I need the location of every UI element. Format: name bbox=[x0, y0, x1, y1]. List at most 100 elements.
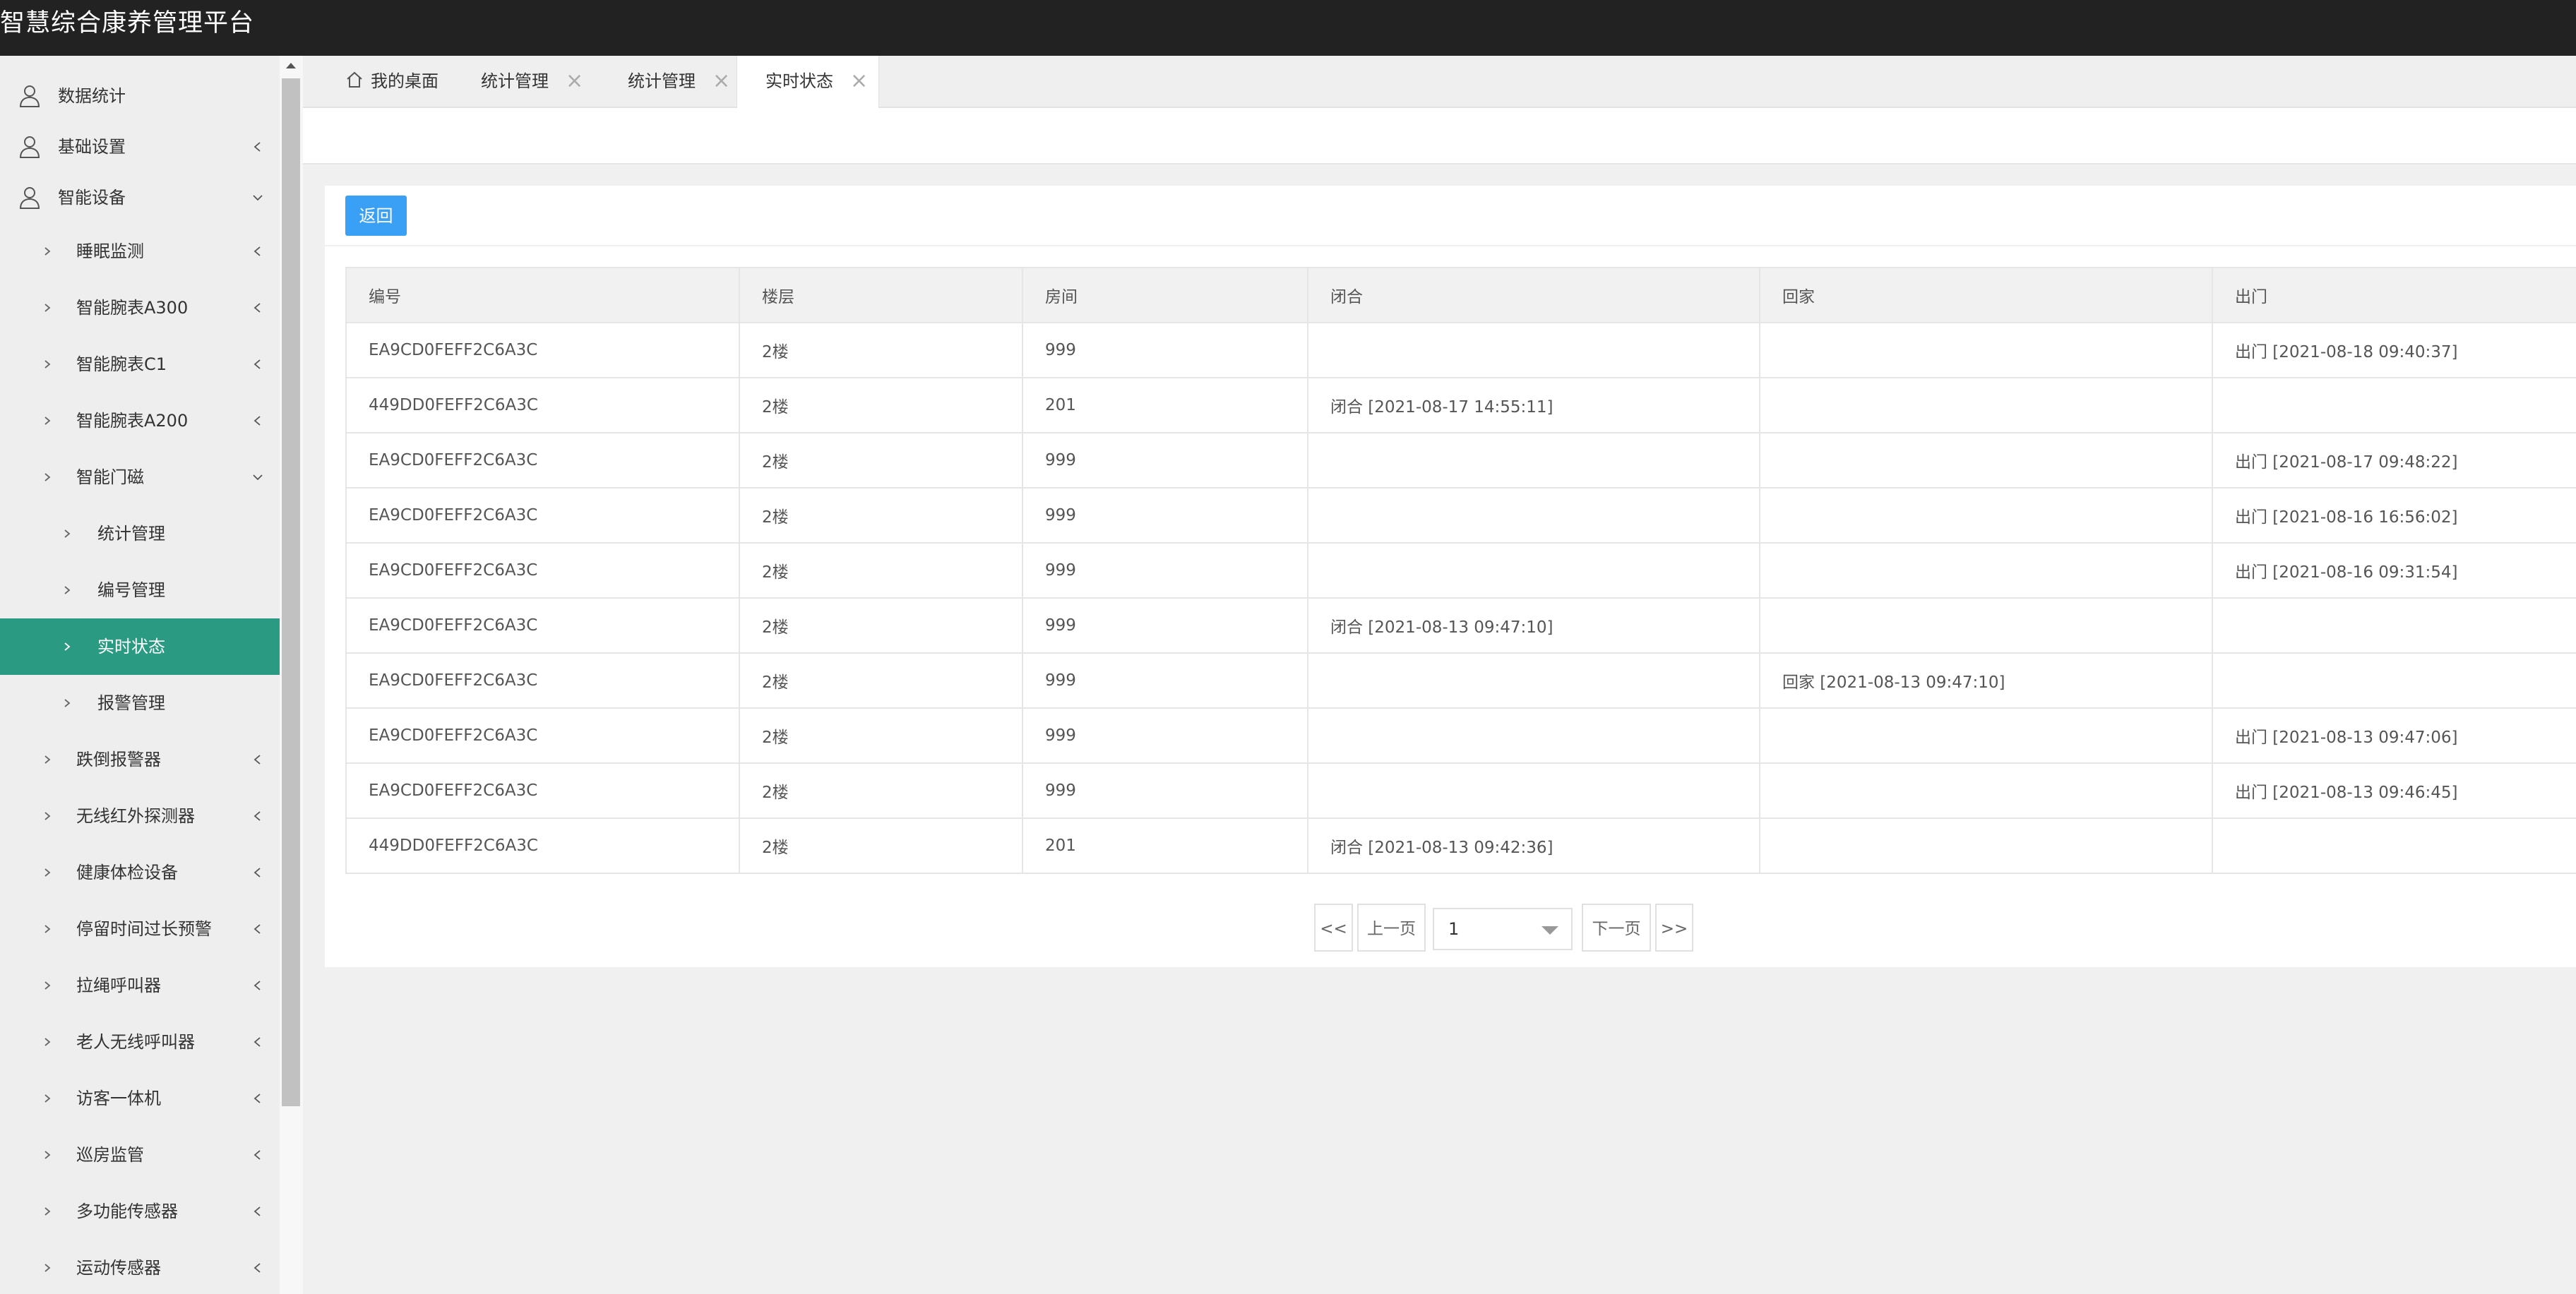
table-cell: 出门 [2021-08-17 09:48:22] bbox=[2212, 432, 2576, 489]
chevron-right-icon bbox=[44, 1038, 51, 1046]
sidebar-item[interactable]: 实时状态 bbox=[0, 618, 280, 675]
table-cell: 999 bbox=[1022, 322, 1308, 378]
table-cell: 999 bbox=[1022, 432, 1308, 489]
sidebar-item[interactable]: 智能设备 bbox=[0, 169, 280, 226]
chevron-left-icon bbox=[254, 981, 261, 990]
column-header: 编号 bbox=[345, 267, 740, 323]
sidebar-item[interactable]: 巡房监管 bbox=[0, 1127, 280, 1183]
table-cell: EA9CD0FEFF2C6A3C bbox=[345, 487, 740, 544]
chevron-down-icon bbox=[1542, 926, 1558, 935]
sidebar-item[interactable]: 报警管理 bbox=[0, 675, 280, 731]
table-cell bbox=[1759, 322, 2213, 378]
sidebar-item-label: 编号管理 bbox=[97, 580, 165, 600]
tab-label: 统计管理 bbox=[628, 71, 696, 91]
sidebar-item-label: 统计管理 bbox=[97, 524, 165, 544]
chevron-right-icon bbox=[44, 1264, 51, 1272]
table-row: 449DD0FEFF2C6A3C 2楼 201 闭合 [2021-08-13 09:4… bbox=[345, 817, 2576, 874]
scroll-up-arrow-icon[interactable] bbox=[286, 63, 296, 68]
sidebar-item-label: 停留时间过长预警 bbox=[76, 919, 212, 939]
sidebar-item[interactable]: 智能腕表A200 bbox=[0, 393, 280, 449]
table-cell bbox=[1759, 762, 2213, 819]
tab-label: 实时状态 bbox=[765, 71, 833, 91]
table-row: EA9CD0FEFF2C6A3C 2楼 999 出门 [2021-08-13 09:4… bbox=[345, 762, 2576, 819]
chevron-right-icon bbox=[44, 417, 51, 425]
sidebar-item-label: 老人无线呼叫器 bbox=[76, 1032, 195, 1052]
sidebar-item[interactable]: 拉绳呼叫器 bbox=[0, 957, 280, 1014]
content-top-band bbox=[303, 108, 2576, 164]
tab[interactable]: 统计管理 × bbox=[598, 56, 739, 107]
close-icon[interactable]: × bbox=[850, 56, 868, 107]
sidebar-item-label: 基础设置 bbox=[58, 137, 126, 157]
first-page-button[interactable]: << bbox=[1314, 904, 1353, 952]
table-row: EA9CD0FEFF2C6A3C 2楼 999 闭合 [2021-08-13 09:4… bbox=[345, 597, 2576, 654]
table-cell bbox=[1307, 487, 1760, 544]
sidebar-item[interactable]: 基础设置 bbox=[0, 119, 280, 175]
sidebar-item[interactable]: 老人无线呼叫器 bbox=[0, 1014, 280, 1070]
table-cell bbox=[1759, 597, 2213, 654]
table-cell bbox=[1759, 377, 2213, 433]
table-cell: 2楼 bbox=[739, 707, 1023, 764]
tab[interactable]: 我的桌面 bbox=[324, 56, 465, 107]
table-cell: 449DD0FEFF2C6A3C bbox=[345, 817, 740, 874]
sidebar-item[interactable]: 编号管理 bbox=[0, 562, 280, 618]
sidebar-item[interactable]: 智能腕表C1 bbox=[0, 336, 280, 393]
table-cell bbox=[2212, 652, 2576, 709]
user-icon bbox=[19, 85, 40, 107]
sidebar-item[interactable]: 智能门磁 bbox=[0, 449, 280, 505]
prev-page-button[interactable]: 上一页 bbox=[1357, 904, 1426, 952]
table-cell: 出门 [2021-08-18 09:40:37] bbox=[2212, 322, 2576, 378]
scroll-thumb[interactable] bbox=[282, 78, 300, 1106]
chevron-right-icon bbox=[44, 812, 51, 820]
sidebar-item[interactable]: 多功能传感器 bbox=[0, 1183, 280, 1240]
sidebar-item[interactable]: 统计管理 bbox=[0, 505, 280, 562]
column-header: 闭合 bbox=[1307, 267, 1760, 323]
table-cell bbox=[1759, 432, 2213, 489]
chevron-right-icon bbox=[44, 304, 51, 312]
tab[interactable]: 实时状态 × bbox=[737, 56, 879, 108]
tab-label: 我的桌面 bbox=[371, 71, 439, 91]
sidebar-item[interactable]: 跌倒报警器 bbox=[0, 731, 280, 788]
tab[interactable]: 统计管理 × bbox=[451, 56, 592, 107]
chevron-left-icon bbox=[254, 868, 261, 877]
sidebar-item[interactable]: 无线红外探测器 bbox=[0, 788, 280, 844]
back-button[interactable]: 返回 bbox=[345, 196, 407, 236]
table-cell: 出门 [2021-08-13 09:47:06] bbox=[2212, 707, 2576, 764]
sidebar-item[interactable]: 睡眠监测 bbox=[0, 223, 280, 280]
sidebar-item[interactable]: 停留时间过长预警 bbox=[0, 901, 280, 957]
sidebar-item-label: 智能腕表A300 bbox=[76, 298, 189, 318]
table-cell: 201 bbox=[1022, 817, 1308, 874]
table-cell: 999 bbox=[1022, 707, 1308, 764]
sidebar-item-label: 智能腕表C1 bbox=[76, 354, 167, 374]
chevron-right-icon bbox=[44, 360, 51, 369]
table-cell bbox=[1307, 707, 1760, 764]
table-cell: EA9CD0FEFF2C6A3C bbox=[345, 432, 740, 489]
sidebar-item[interactable]: 智能腕表A300 bbox=[0, 280, 280, 336]
table-cell: 2楼 bbox=[739, 597, 1023, 654]
sidebar-item[interactable]: 数据统计 bbox=[0, 68, 280, 124]
table-cell: 999 bbox=[1022, 542, 1308, 599]
table-cell: 2楼 bbox=[739, 762, 1023, 819]
chevron-down-icon bbox=[253, 195, 263, 201]
user-icon bbox=[19, 136, 40, 158]
sidebar-item[interactable]: 访客一体机 bbox=[0, 1070, 280, 1127]
sidebar-scrollbar[interactable] bbox=[280, 56, 303, 1294]
app-title: 智慧综合康养管理平台 bbox=[0, 9, 255, 37]
sidebar: 数据统计基础设置智能设备 睡眠监测智能腕表A300 智能腕表C1 智能腕表A200 智能… bbox=[0, 56, 280, 1294]
page-select[interactable]: 1 bbox=[1433, 908, 1573, 950]
table-row: 449DD0FEFF2C6A3C 2楼 201 闭合 [2021-08-17 14:5… bbox=[345, 377, 2576, 433]
next-page-button[interactable]: 下一页 bbox=[1582, 904, 1651, 952]
sidebar-item-label: 访客一体机 bbox=[76, 1089, 161, 1108]
last-page-button[interactable]: >> bbox=[1655, 904, 1693, 952]
sidebar-item[interactable]: 运动传感器 bbox=[0, 1240, 280, 1294]
sidebar-item[interactable]: 健康体检设备 bbox=[0, 844, 280, 901]
chevron-right-icon bbox=[44, 981, 51, 990]
chevron-right-icon bbox=[44, 247, 51, 256]
sidebar-item-label: 智能门磁 bbox=[76, 467, 144, 487]
chevron-right-icon bbox=[44, 473, 51, 481]
chevron-left-icon bbox=[254, 303, 261, 313]
sidebar-item-label: 健康体检设备 bbox=[76, 863, 178, 882]
close-icon[interactable]: × bbox=[712, 56, 730, 107]
table-cell bbox=[1759, 487, 2213, 544]
close-icon[interactable]: × bbox=[566, 56, 583, 107]
sidebar-item-label: 实时状态 bbox=[97, 637, 165, 657]
